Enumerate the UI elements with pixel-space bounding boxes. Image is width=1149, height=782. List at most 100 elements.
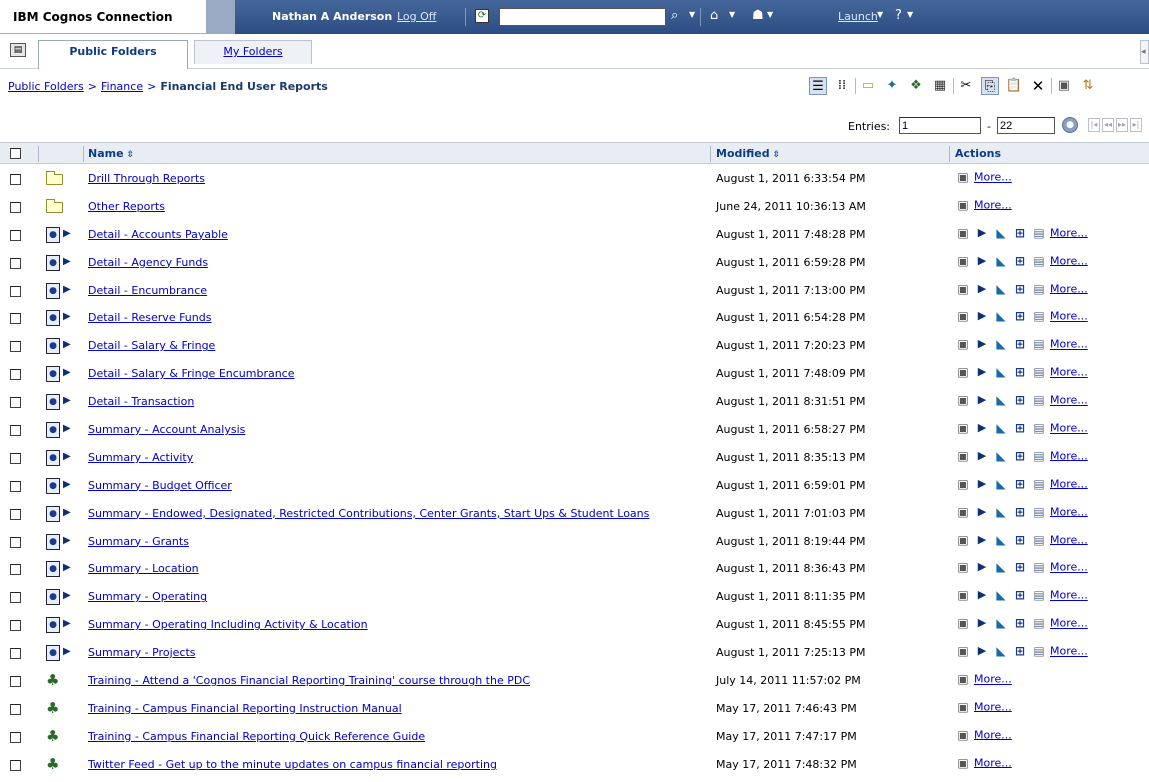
open-in-report-studio-icon[interactable]: ⊞ [1012,643,1028,659]
more-actions-link[interactable]: More... [974,728,1012,741]
row-checkbox[interactable] [10,676,21,688]
entry-name-link[interactable]: Training - Attend a 'Cognos Financial Re… [88,674,530,687]
row-checkbox[interactable] [10,341,21,353]
row-checkbox[interactable] [10,397,21,409]
sort-icon[interactable]: ⇳ [124,150,135,160]
entry-name-link[interactable]: Summary - Operating [88,590,207,603]
open-in-query-studio-icon[interactable]: ◣ [993,364,1009,380]
new-folder-icon[interactable]: ▭ [859,77,877,95]
entry-name-link[interactable]: Training - Campus Financial Reporting In… [88,702,402,715]
chevron-down-icon[interactable]: ▼ [689,10,695,19]
open-in-query-studio-icon[interactable]: ◣ [993,448,1009,464]
row-checkbox[interactable] [10,369,21,381]
more-actions-link[interactable]: More... [1050,617,1088,630]
delete-icon[interactable]: ✕ [1029,77,1047,95]
chevron-down-icon[interactable]: ▼ [907,10,913,19]
row-checkbox[interactable] [10,508,21,520]
log-off-link[interactable]: Log Off [397,10,436,23]
open-in-report-studio-icon[interactable]: ⊞ [1012,364,1028,380]
open-in-query-studio-icon[interactable]: ◣ [993,392,1009,408]
more-actions-link[interactable]: More... [1050,449,1088,462]
row-checkbox[interactable] [10,480,21,492]
more-actions-link[interactable]: More... [974,171,1012,184]
entries-to-input[interactable] [997,117,1055,134]
entry-name-link[interactable]: Summary - Budget Officer [88,479,232,492]
entry-name-link[interactable]: Summary - Operating Including Activity &… [88,618,368,631]
more-actions-link[interactable]: More... [974,198,1012,211]
row-checkbox[interactable] [10,452,21,464]
run-with-options-icon[interactable]: ▶ [974,559,990,575]
open-in-query-studio-icon[interactable]: ◣ [993,532,1009,548]
schedule-icon[interactable]: ▤ [1031,448,1047,464]
open-in-report-studio-icon[interactable]: ⊞ [1012,448,1028,464]
open-in-query-studio-icon[interactable]: ◣ [993,336,1009,352]
more-actions-link[interactable]: More... [1050,477,1088,490]
run-with-options-icon[interactable]: ▶ [974,225,990,241]
run-with-options-icon[interactable]: ▶ [974,336,990,352]
set-properties-icon[interactable]: ▣ [955,587,971,603]
set-properties-icon[interactable]: ▣ [955,420,971,436]
schedule-icon[interactable]: ▤ [1031,420,1047,436]
set-properties-icon[interactable]: ▣ [955,532,971,548]
more-actions-link[interactable]: More... [1050,561,1088,574]
entry-name-link[interactable]: Summary - Location [88,562,199,575]
report-view-arrow-icon[interactable]: ▶ [63,562,71,573]
open-in-query-studio-icon[interactable]: ◣ [993,281,1009,297]
open-in-query-studio-icon[interactable]: ◣ [993,476,1009,492]
set-properties-icon[interactable]: ▣ [955,727,971,743]
set-properties-icon[interactable]: ▣ [1055,77,1073,95]
set-properties-icon[interactable]: ▣ [955,448,971,464]
set-properties-icon[interactable]: ▣ [955,225,971,241]
report-view-arrow-icon[interactable]: ▶ [63,228,71,239]
breadcrumb-finance[interactable]: Finance [101,80,143,93]
report-view-arrow-icon[interactable]: ▶ [63,590,71,601]
set-properties-icon[interactable]: ▣ [955,699,971,715]
home-icon[interactable]: ⌂ [710,8,718,24]
tab-scroll-icon[interactable]: ◂ [1140,40,1149,64]
list-view-icon[interactable]: ☰ [809,77,827,95]
refresh-icon[interactable]: ⟳ [475,9,489,23]
set-properties-icon[interactable]: ▣ [955,336,971,352]
row-checkbox[interactable] [10,201,21,213]
open-in-query-studio-icon[interactable]: ◣ [993,253,1009,269]
entries-from-input[interactable] [899,117,981,134]
open-in-report-studio-icon[interactable]: ⊞ [1012,225,1028,241]
run-with-options-icon[interactable]: ▶ [974,364,990,380]
previous-page-icon[interactable]: ◂◂ [1102,118,1114,132]
set-properties-icon[interactable]: ▣ [955,364,971,380]
more-actions-link[interactable]: More... [1050,394,1088,407]
open-in-report-studio-icon[interactable]: ⊞ [1012,281,1028,297]
open-in-query-studio-icon[interactable]: ◣ [993,420,1009,436]
help-icon[interactable]: ? [895,8,902,24]
entry-name-link[interactable]: Summary - Projects [88,646,196,659]
entry-name-link[interactable]: Other Reports [88,200,165,213]
run-with-options-icon[interactable]: ▶ [974,420,990,436]
set-properties-icon[interactable]: ▣ [955,643,971,659]
open-in-query-studio-icon[interactable]: ◣ [993,225,1009,241]
new-job-icon[interactable]: ✦ [883,77,901,95]
more-actions-link[interactable]: More... [1050,310,1088,323]
more-actions-link[interactable]: More... [1050,533,1088,546]
set-properties-icon[interactable]: ▣ [955,197,971,213]
next-page-icon[interactable]: ▸▸ [1116,118,1128,132]
row-checkbox[interactable] [10,285,21,297]
row-checkbox[interactable] [10,592,21,604]
sort-icon[interactable]: ⇳ [770,150,781,160]
new-page-icon[interactable]: ▦ [931,77,949,95]
open-in-report-studio-icon[interactable]: ⊞ [1012,504,1028,520]
entry-name-link[interactable]: Detail - Transaction [88,395,194,408]
set-properties-icon[interactable]: ▣ [955,392,971,408]
open-in-query-studio-icon[interactable]: ◣ [993,308,1009,324]
entry-name-link[interactable]: Detail - Agency Funds [88,256,208,269]
run-with-options-icon[interactable]: ▶ [974,448,990,464]
breadcrumb-public-folders[interactable]: Public Folders [8,80,84,93]
new-url-icon[interactable]: ❖ [907,77,925,95]
schedule-icon[interactable]: ▤ [1031,615,1047,631]
schedule-icon[interactable]: ▤ [1031,587,1047,603]
row-checkbox[interactable] [10,731,21,743]
schedule-icon[interactable]: ▤ [1031,392,1047,408]
entry-name-link[interactable]: Drill Through Reports [88,172,205,185]
my-area-icon[interactable]: ☗ [752,8,764,24]
tab-menu-icon[interactable]: ▤ [10,43,26,57]
row-checkbox[interactable] [10,425,21,437]
